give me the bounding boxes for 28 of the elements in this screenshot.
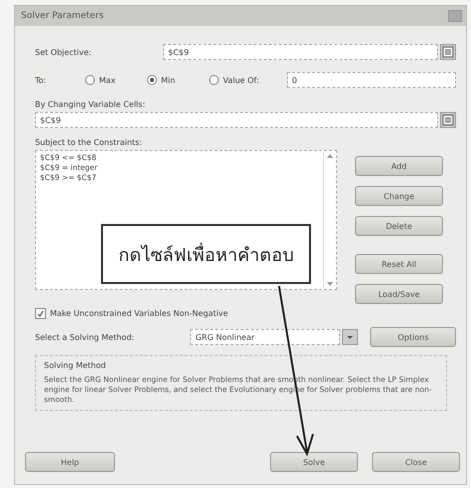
radio-option[interactable]: Max — [85, 75, 147, 85]
field-label: Set Objective: — [35, 48, 92, 56]
radio-option[interactable]: Value Of: — [209, 75, 287, 85]
variable-cells-field[interactable]: $C$9 — [35, 112, 438, 128]
constraint-button[interactable]: Load/Save — [355, 284, 443, 304]
field-label: Subject to the Constraints: — [35, 138, 142, 147]
constraint-button[interactable]: Change — [355, 186, 443, 206]
window-title: Solver Parameters — [21, 11, 104, 21]
options-button[interactable]: Options — [370, 327, 456, 347]
constraint-button[interactable]: Add — [355, 156, 443, 176]
field-label: By Changing Variable Cells: — [35, 100, 146, 109]
callout-text: กดไซล์ฟเพื่อหาคำตอบ — [118, 242, 294, 268]
close-button[interactable]: Close — [372, 452, 460, 472]
method-dropdown[interactable]: GRG Nonlinear — [190, 329, 340, 345]
radio-option[interactable]: Min — [147, 75, 209, 85]
radio-label: Min — [161, 76, 176, 84]
constraint-button[interactable]: Delete — [355, 216, 443, 236]
help-button[interactable]: Help — [25, 452, 115, 472]
value-field[interactable]: 0 — [287, 72, 456, 88]
solve-button[interactable]: Solve — [270, 452, 358, 472]
objective-field[interactable]: $C$9 — [163, 44, 438, 60]
constraint-button[interactable]: Reset All — [355, 254, 443, 274]
field-label: Select a Solving Method: — [35, 332, 136, 342]
checkbox-label: Make Unconstrained Variables Non-Negative — [50, 309, 228, 318]
radio-label: Max — [99, 76, 116, 84]
radio-label: Value Of: — [223, 76, 260, 84]
group-title: Solving Method — [44, 361, 107, 370]
field-label: To: — [35, 76, 48, 84]
